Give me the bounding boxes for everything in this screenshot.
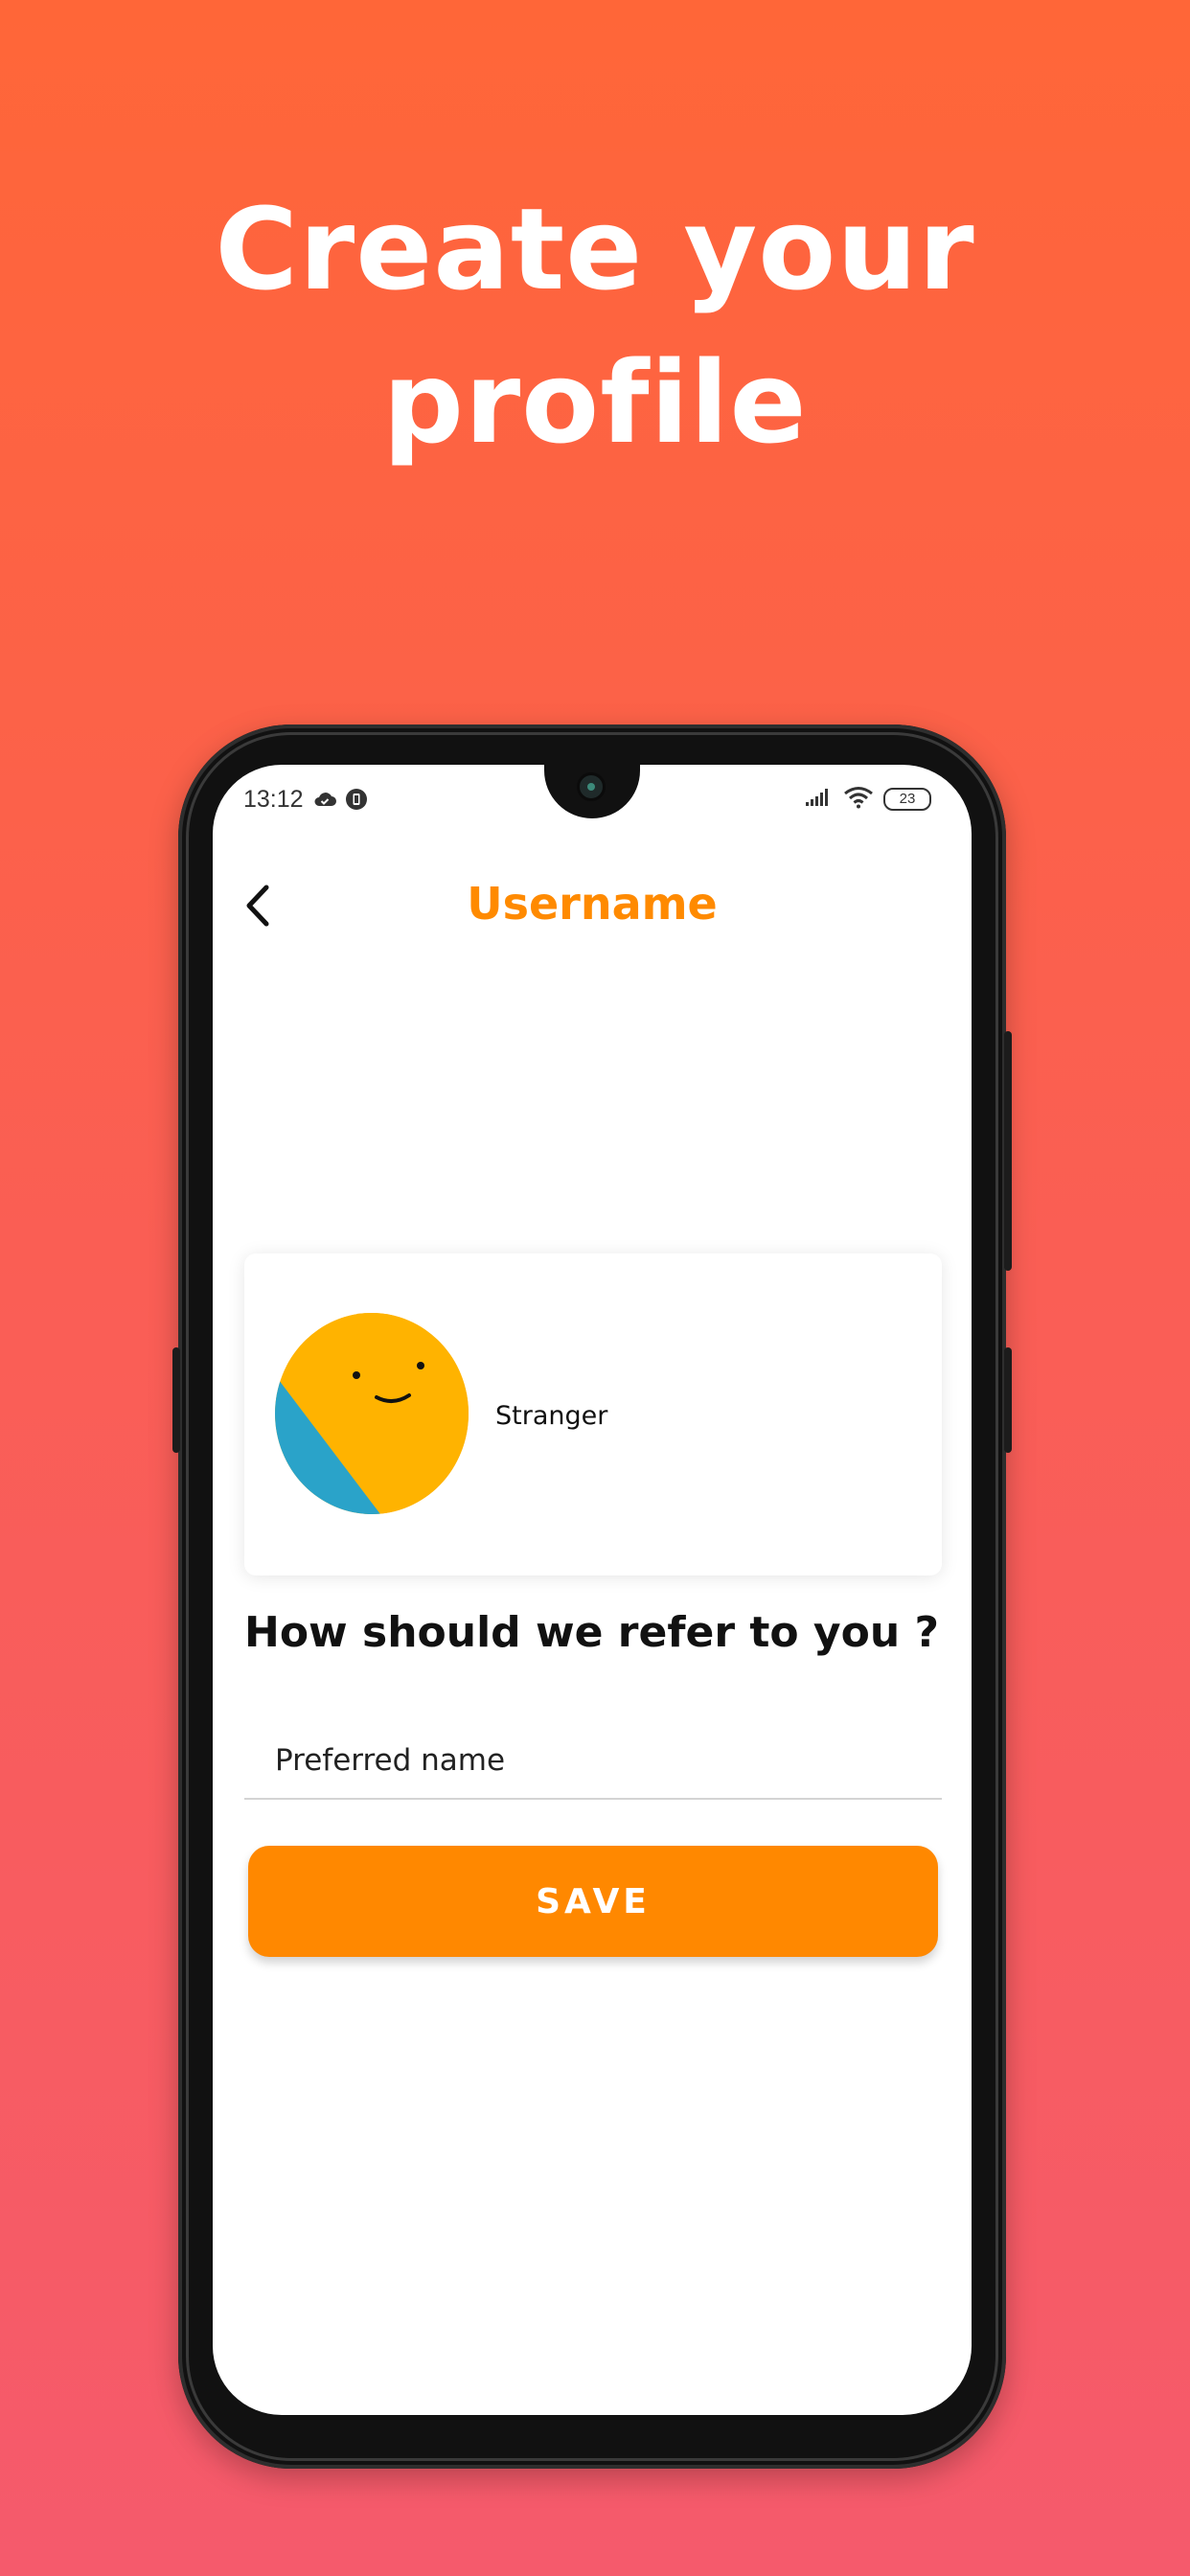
status-time: 13:12 xyxy=(243,786,304,813)
status-right-icons: 23 xyxy=(805,786,931,813)
headline-line-1: Create your xyxy=(215,183,975,315)
phone-frame: 13:12 23 Username Stranger How should we… xyxy=(172,724,1012,2469)
app-screen: 13:12 23 Username Stranger How should we… xyxy=(213,765,972,2415)
avatar[interactable] xyxy=(275,1313,469,1514)
preferred-name-input[interactable] xyxy=(244,1723,942,1800)
smiley-avatar-icon xyxy=(275,1313,469,1514)
volume-button xyxy=(1004,1031,1012,1271)
battery-icon: 23 xyxy=(883,788,931,811)
headline-line-2: profile xyxy=(382,336,808,469)
left-side-button xyxy=(172,1347,180,1453)
cloud-check-icon xyxy=(312,790,337,813)
name-question-heading: How should we refer to you ? xyxy=(244,1608,939,1657)
wifi-icon xyxy=(843,786,874,813)
profile-card: Stranger xyxy=(244,1254,942,1576)
status-bar: 13:12 23 xyxy=(213,765,972,832)
marketing-headline: Create your profile xyxy=(0,172,1190,479)
save-button[interactable]: SAVE xyxy=(248,1846,938,1957)
status-left-icons xyxy=(312,788,368,815)
sim-notification-icon xyxy=(345,788,368,815)
power-button xyxy=(1004,1347,1012,1453)
page-title: Username xyxy=(467,878,718,930)
signal-icon xyxy=(805,788,834,811)
profile-name: Stranger xyxy=(495,1401,608,1431)
